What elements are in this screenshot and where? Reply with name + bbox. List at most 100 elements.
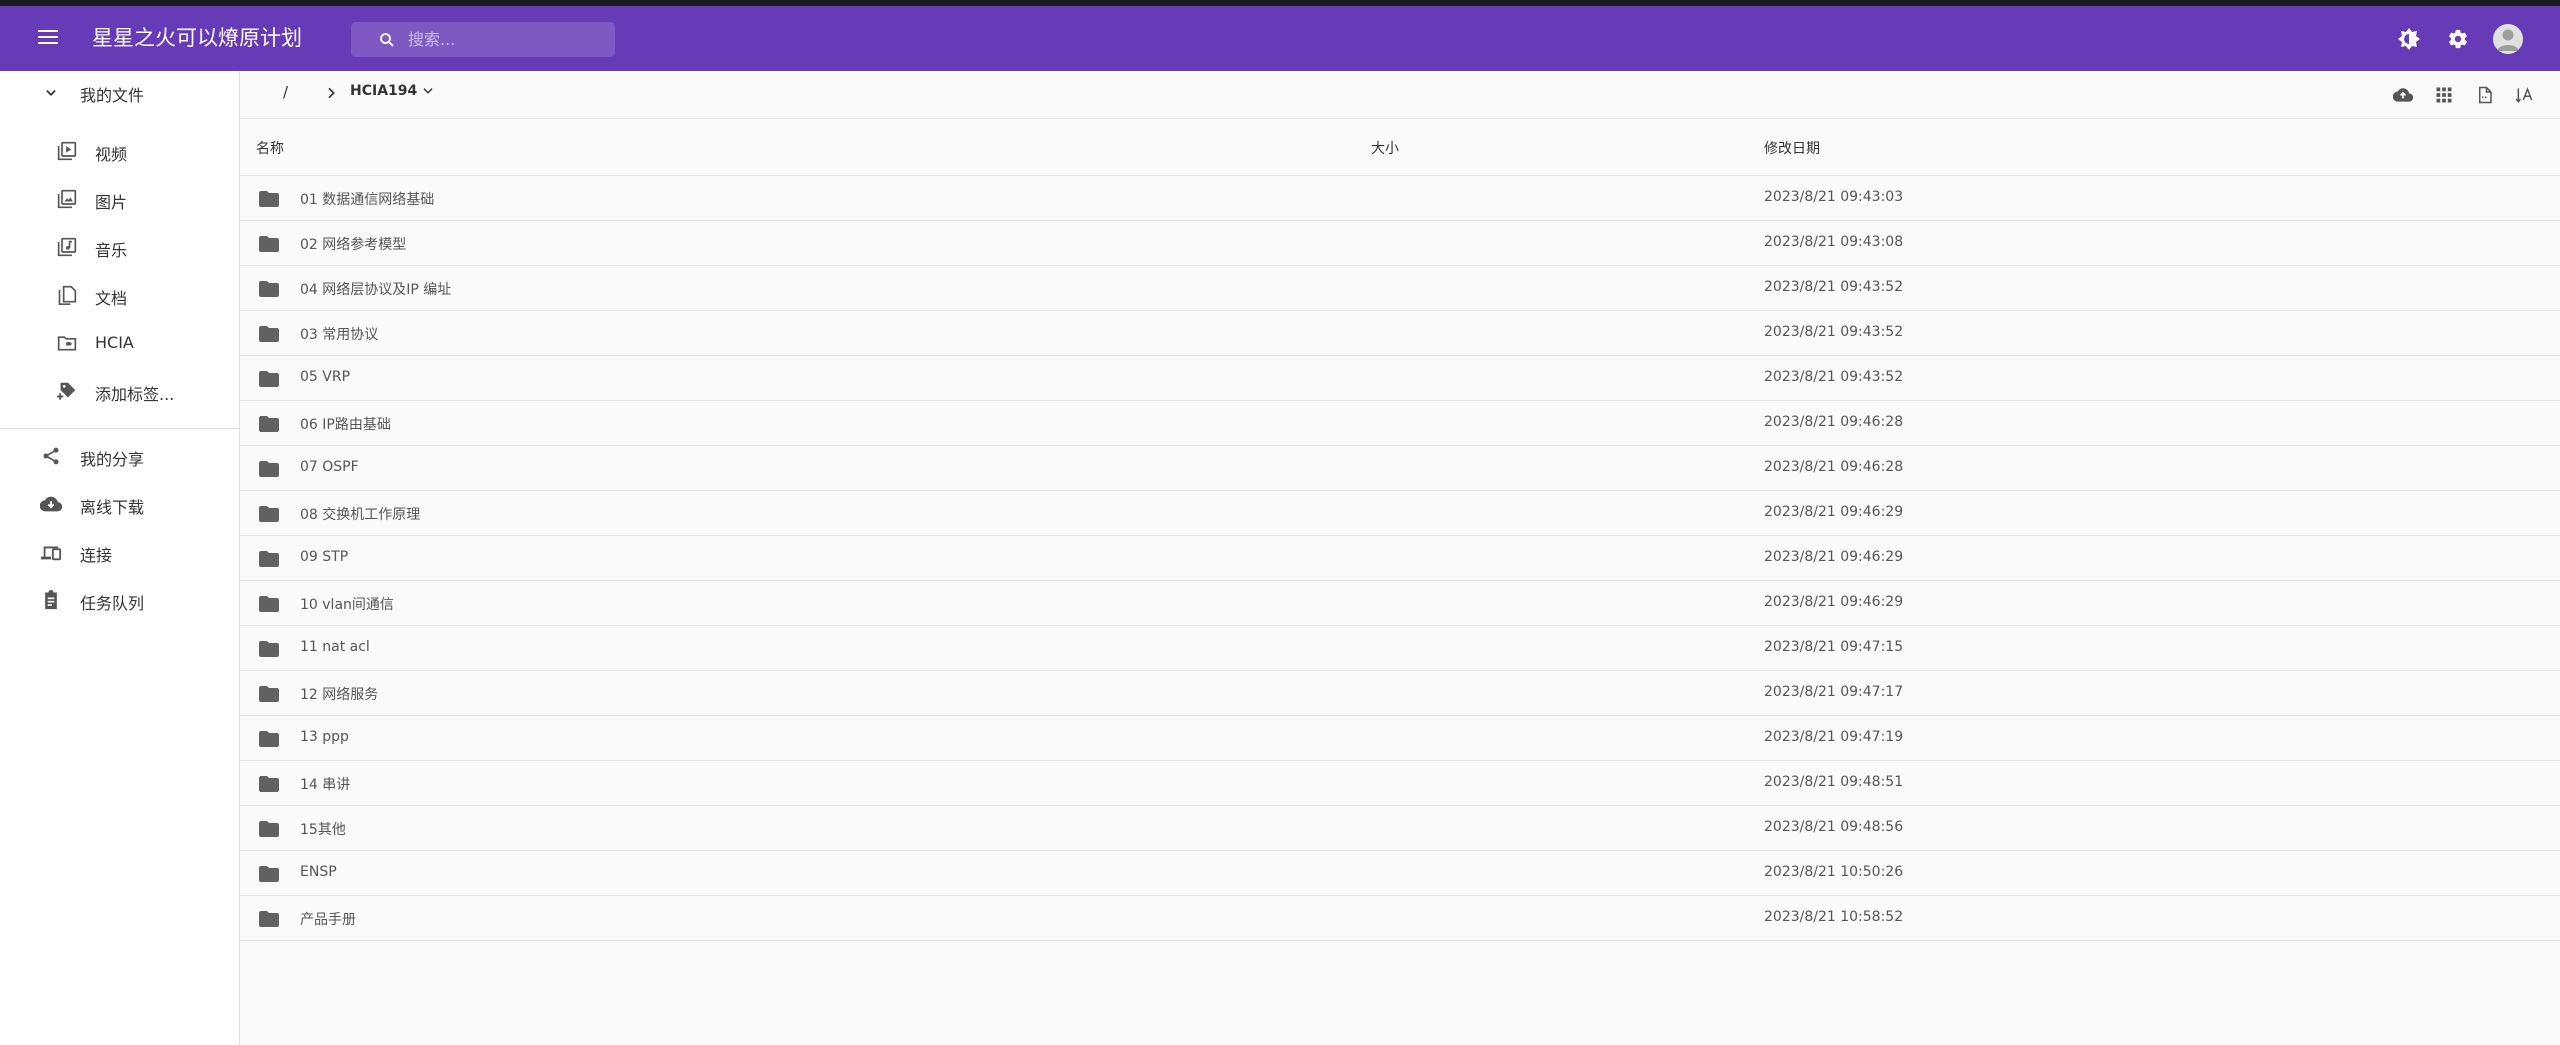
sort-icon[interactable] <box>2514 84 2536 106</box>
table-row[interactable]: 产品手册 2023/8/21 10:58:52 <box>240 896 2560 941</box>
table-row[interactable]: 08 交换机工作原理 2023/8/21 09:46:29 <box>240 491 2560 536</box>
folder-tag-icon <box>56 332 78 354</box>
modified-date: 2023/8/21 09:46:29 <box>1764 504 1904 520</box>
table-row[interactable]: 04 网络层协议及IP 编址 2023/8/21 09:43:52 <box>240 266 2560 311</box>
table-row[interactable]: 01 数据通信网络基础 2023/8/21 09:43:03 <box>240 176 2560 221</box>
sidebar-item-hcia[interactable]: HCIA <box>0 321 239 365</box>
file-info-icon[interactable] <box>2474 84 2496 106</box>
column-header-modified[interactable]: 修改日期 <box>1764 138 1820 158</box>
breadcrumb <box>240 71 2560 119</box>
folder-icon <box>257 862 281 886</box>
sidebar-item-label: 添加标签... <box>95 385 175 404</box>
breadcrumb-current-label: HCIA194 <box>350 83 418 99</box>
table-row[interactable]: 15其他 2023/8/21 09:48:56 <box>240 806 2560 851</box>
folder-icon <box>257 727 281 751</box>
document-icon <box>56 284 78 306</box>
file-name: 07 OSPF <box>300 459 359 475</box>
file-name: 11 nat acl <box>300 639 370 655</box>
table-row[interactable]: 06 IP路由基础 2023/8/21 09:46:28 <box>240 401 2560 446</box>
settings-gear-icon[interactable] <box>2446 27 2470 51</box>
folder-icon <box>257 637 281 661</box>
table-header <box>240 120 2560 176</box>
modified-date: 2023/8/21 09:46:28 <box>1764 414 1904 430</box>
column-header-size[interactable]: 大小 <box>1371 138 1399 158</box>
breadcrumb-current-folder[interactable]: HCIA194 <box>350 83 435 99</box>
table-row[interactable]: 11 nat acl 2023/8/21 09:47:15 <box>240 626 2560 671</box>
music-icon <box>56 236 78 258</box>
modified-date: 2023/8/21 09:43:52 <box>1764 279 1904 295</box>
file-name: 05 VRP <box>300 369 351 385</box>
file-name: 02 网络参考模型 <box>300 237 407 253</box>
user-avatar[interactable] <box>2493 24 2523 54</box>
file-name: 13 ppp <box>300 729 349 745</box>
sidebar-item-label: 离线下载 <box>80 498 145 517</box>
folder-icon <box>257 322 281 346</box>
modified-date: 2023/8/21 09:47:15 <box>1764 639 1904 655</box>
clipboard-icon <box>40 589 62 611</box>
table-row[interactable]: 03 常用协议 2023/8/21 09:43:52 <box>240 311 2560 356</box>
modified-date: 2023/8/21 09:43:52 <box>1764 324 1904 340</box>
column-header-name[interactable]: 名称 <box>256 138 284 158</box>
folder-icon <box>257 187 281 211</box>
modified-date: 2023/8/21 09:46:28 <box>1764 459 1904 475</box>
file-name: ENSP <box>300 864 337 880</box>
modified-date: 2023/8/21 09:48:51 <box>1764 774 1904 790</box>
folder-icon <box>257 502 281 526</box>
folder-icon <box>257 547 281 571</box>
folder-icon <box>257 907 281 931</box>
file-name: 01 数据通信网络基础 <box>300 192 435 208</box>
table-row[interactable]: ENSP 2023/8/21 10:50:26 <box>240 851 2560 896</box>
sidebar-item-my-files[interactable]: 我的文件 <box>0 71 239 115</box>
file-name: 14 串讲 <box>300 777 351 793</box>
sidebar-item-task-queue[interactable]: 任务队列 <box>0 578 239 622</box>
search-input[interactable] <box>406 22 606 57</box>
app-title: 星星之火可以燎原计划 <box>92 26 302 50</box>
file-name: 06 IP路由基础 <box>300 417 391 433</box>
modified-date: 2023/8/21 09:43:52 <box>1764 369 1904 385</box>
menu-icon[interactable] <box>32 21 64 53</box>
sidebar-item-my-shares[interactable]: 我的分享 <box>0 434 239 478</box>
modified-date: 2023/8/21 09:43:03 <box>1764 189 1904 205</box>
sidebar-item-label: 视频 <box>95 145 128 164</box>
modified-date: 2023/8/21 09:47:19 <box>1764 729 1904 745</box>
sidebar-item-offline-download[interactable]: 离线下载 <box>0 482 239 526</box>
image-icon <box>56 188 78 210</box>
file-name: 10 vlan间通信 <box>300 597 394 613</box>
table-row[interactable]: 07 OSPF 2023/8/21 09:46:28 <box>240 446 2560 491</box>
share-icon <box>40 445 62 467</box>
sidebar-separator <box>0 428 239 429</box>
sidebar-item-video[interactable]: 视频 <box>0 129 239 173</box>
cloud-upload-icon[interactable] <box>2392 84 2414 106</box>
table-row[interactable]: 05 VRP 2023/8/21 09:43:52 <box>240 356 2560 401</box>
modified-date: 2023/8/21 09:47:17 <box>1764 684 1904 700</box>
sidebar-item-music[interactable]: 音乐 <box>0 225 239 269</box>
sidebar-item-label: 图片 <box>95 193 128 212</box>
folder-icon <box>257 682 281 706</box>
app-bar: 星星之火可以燎原计划 <box>0 6 2560 71</box>
sidebar-item-label: 文档 <box>95 289 128 308</box>
table-row[interactable]: 10 vlan间通信 2023/8/21 09:46:29 <box>240 581 2560 626</box>
devices-icon <box>40 541 62 563</box>
sidebar-item-images[interactable]: 图片 <box>0 177 239 221</box>
table-row[interactable]: 14 串讲 2023/8/21 09:48:51 <box>240 761 2560 806</box>
chevron-down-icon <box>423 88 433 94</box>
table-row[interactable]: 09 STP 2023/8/21 09:46:29 <box>240 536 2560 581</box>
theme-toggle-icon[interactable] <box>2397 27 2421 51</box>
file-name: 04 网络层协议及IP 编址 <box>300 282 452 298</box>
sidebar-item-documents[interactable]: 文档 <box>0 273 239 317</box>
sidebar-item-add-tag[interactable]: 添加标签... <box>0 369 239 413</box>
table-row[interactable]: 13 ppp 2023/8/21 09:47:19 <box>240 716 2560 761</box>
table-row[interactable]: 02 网络参考模型 2023/8/21 09:43:08 <box>240 221 2560 266</box>
grid-view-icon[interactable] <box>2433 84 2455 106</box>
file-name: 03 常用协议 <box>300 327 379 343</box>
chevron-down-icon <box>40 82 62 104</box>
sidebar-item-connections[interactable]: 连接 <box>0 530 239 574</box>
table-row[interactable]: 12 网络服务 2023/8/21 09:47:17 <box>240 671 2560 716</box>
folder-icon <box>257 367 281 391</box>
modified-date: 2023/8/21 09:46:29 <box>1764 594 1904 610</box>
file-name: 产品手册 <box>300 912 356 928</box>
search-box[interactable] <box>351 22 615 57</box>
breadcrumb-root[interactable]: / <box>283 83 288 101</box>
sidebar-item-label: 我的分享 <box>80 450 145 469</box>
modified-date: 2023/8/21 09:43:08 <box>1764 234 1904 250</box>
